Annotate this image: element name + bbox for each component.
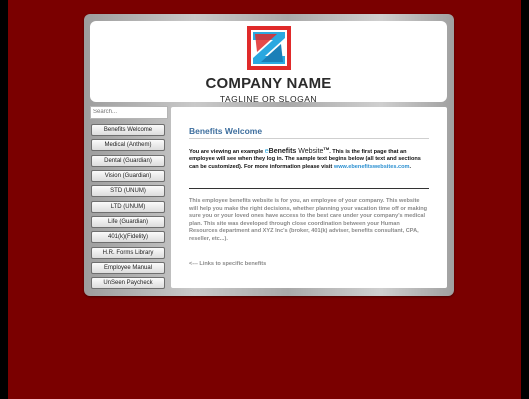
brand-benefits: Benefits bbox=[268, 147, 297, 155]
nav-item-401k[interactable]: 401(k)(Fidelity) bbox=[91, 231, 165, 244]
brand-name: eBenefits Website bbox=[265, 148, 324, 155]
heading-divider bbox=[189, 138, 429, 139]
nav-item-std[interactable]: STD (UNUM) bbox=[91, 185, 165, 198]
links-note: <--- Links to specific benefits bbox=[189, 261, 267, 267]
intro-end: . bbox=[409, 164, 412, 171]
content-divider bbox=[189, 188, 429, 189]
intro-text: You are viewing an example bbox=[189, 148, 265, 155]
ebenefits-link[interactable]: www.ebenefitswebsites.com bbox=[334, 164, 410, 170]
nav-item-life[interactable]: Life (Guardian) bbox=[91, 216, 165, 229]
company-logo-icon bbox=[247, 26, 291, 70]
company-name: COMPANY NAME bbox=[205, 75, 332, 92]
nav-item-vision[interactable]: Vision (Guardian) bbox=[91, 170, 165, 183]
nav-item-hr-forms[interactable]: H.R. Forms Library bbox=[91, 246, 165, 259]
nav-item-ltd[interactable]: LTD (UNUM) bbox=[91, 200, 165, 213]
site-header: COMPANY NAME TAGLINE OR SLOGAN bbox=[90, 21, 447, 104]
nav-item-employee-manual[interactable]: Employee Manual bbox=[91, 262, 165, 275]
nav-item-benefits-welcome[interactable]: Benefits Welcome bbox=[91, 124, 165, 136]
tagline: TAGLINE OR SLOGAN bbox=[219, 94, 318, 104]
nav-item-unseen-paycheck[interactable]: UnSeen Paycheck bbox=[91, 277, 165, 290]
brand-website: Website bbox=[296, 147, 324, 155]
nav-item-dental[interactable]: Dental (Guardian) bbox=[91, 154, 165, 167]
intro-paragraph: You are viewing an example eBenefits Web… bbox=[189, 145, 429, 172]
site-container: COMPANY NAME TAGLINE OR SLOGAN Benefits … bbox=[84, 14, 454, 296]
page-title: Benefits Welcome bbox=[189, 126, 263, 136]
welcome-body-text: This employee benefits website is for yo… bbox=[189, 198, 428, 242]
nav-item-medical[interactable]: Medical (Anthem) bbox=[91, 139, 165, 152]
main-content: Benefits Welcome You are viewing an exam… bbox=[171, 107, 447, 288]
sidebar-nav: Benefits Welcome Medical (Anthem) Dental… bbox=[91, 124, 165, 293]
search-input[interactable] bbox=[90, 106, 168, 119]
